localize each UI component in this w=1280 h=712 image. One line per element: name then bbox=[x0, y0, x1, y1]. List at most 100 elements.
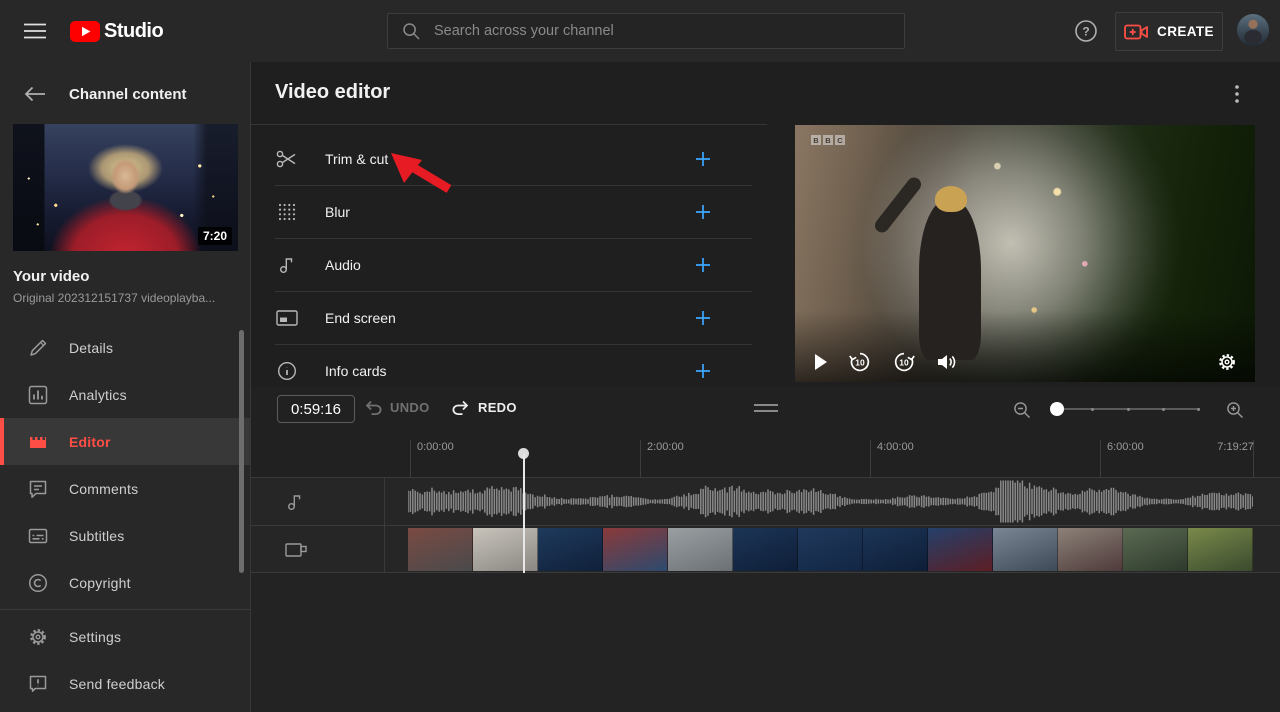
video-track-thumbnails[interactable] bbox=[408, 528, 1253, 571]
options-kebab-icon[interactable] bbox=[1234, 84, 1240, 104]
account-avatar[interactable] bbox=[1237, 14, 1269, 46]
play-button[interactable] bbox=[813, 353, 828, 371]
end-screen-icon bbox=[275, 309, 299, 327]
redo-icon bbox=[452, 400, 469, 415]
svg-text:?: ? bbox=[1082, 25, 1089, 39]
video-thumbnail[interactable] bbox=[408, 528, 473, 571]
hamburger-menu-icon[interactable] bbox=[24, 23, 46, 39]
editor-filmstrip-icon bbox=[28, 432, 48, 452]
undo-icon bbox=[365, 400, 382, 415]
add-trim-cut-button[interactable] bbox=[692, 148, 714, 170]
tool-row-end-screen[interactable]: End screen bbox=[275, 292, 752, 345]
sidebar-item-label: Analytics bbox=[69, 386, 127, 403]
help-icon[interactable]: ? bbox=[1074, 19, 1098, 43]
video-thumbnail[interactable] bbox=[928, 528, 993, 571]
zoom-slider-tick bbox=[1127, 407, 1130, 411]
video-thumbnail[interactable] bbox=[538, 528, 603, 571]
video-duration-badge: 7:20 bbox=[197, 227, 232, 245]
tool-row-info-cards[interactable]: Info cards bbox=[275, 345, 752, 386]
youtube-studio-app: Studio ? CREATE Channel content 7 bbox=[0, 0, 1280, 712]
search-input[interactable] bbox=[432, 22, 890, 40]
scissors-icon bbox=[275, 149, 299, 169]
music-note-icon bbox=[285, 492, 305, 512]
ruler-tick bbox=[640, 440, 641, 477]
video-thumbnail[interactable] bbox=[1058, 528, 1123, 571]
add-audio-button[interactable] bbox=[692, 254, 714, 276]
back-arrow-icon[interactable] bbox=[24, 86, 46, 102]
channel-content-label[interactable]: Channel content bbox=[69, 86, 187, 103]
video-thumbnail[interactable] bbox=[993, 528, 1058, 571]
sidebar-scrollbar[interactable] bbox=[239, 330, 244, 573]
gear-icon bbox=[28, 627, 48, 647]
broadcaster-watermark: BBC bbox=[811, 135, 845, 145]
rewind-10-button[interactable]: 10 bbox=[848, 350, 872, 374]
sidebar-item-send-feedback[interactable]: Send feedback bbox=[0, 660, 250, 707]
video-title: Your video bbox=[13, 268, 90, 285]
tool-label: Blur bbox=[325, 204, 350, 220]
panel-resize-handle[interactable] bbox=[754, 404, 778, 414]
sidebar-item-details[interactable]: Details bbox=[0, 324, 250, 371]
volume-button[interactable] bbox=[936, 352, 958, 372]
zoom-slider-tick bbox=[1197, 407, 1200, 411]
sidebar-item-label: Send feedback bbox=[69, 675, 166, 692]
tool-row-trim-cut[interactable]: Trim & cut bbox=[275, 133, 752, 186]
undo-button[interactable]: UNDO bbox=[363, 399, 429, 415]
main-content: Video editor Trim & cut Blur Audio End s… bbox=[251, 62, 1280, 712]
audio-waveform[interactable] bbox=[408, 478, 1253, 525]
video-preview-player[interactable]: BBC 10 10 bbox=[795, 125, 1255, 382]
zoom-out-icon[interactable] bbox=[1013, 401, 1031, 419]
editor-upper-panel: Video editor Trim & cut Blur Audio End s… bbox=[251, 62, 1280, 386]
video-thumbnail-preview[interactable]: 7:20 bbox=[13, 124, 238, 251]
video-thumbnail[interactable] bbox=[863, 528, 928, 571]
sidebar-item-analytics[interactable]: Analytics bbox=[0, 371, 250, 418]
sidebar-item-editor[interactable]: Editor bbox=[0, 418, 250, 465]
info-icon bbox=[275, 361, 299, 381]
zoom-slider-tick bbox=[1162, 407, 1165, 411]
sidebar-item-subtitles[interactable]: Subtitles bbox=[0, 512, 250, 559]
sidebar-item-settings[interactable]: Settings bbox=[0, 613, 250, 660]
timeline-playhead[interactable] bbox=[517, 448, 530, 573]
add-end-screen-button[interactable] bbox=[692, 307, 714, 329]
sidebar-menu: Details Analytics Editor Comments Subtit… bbox=[0, 324, 250, 707]
zoom-in-icon[interactable] bbox=[1226, 401, 1244, 419]
zoom-slider-track[interactable] bbox=[1050, 408, 1200, 410]
audio-track-header bbox=[251, 478, 385, 525]
add-info-cards-button[interactable] bbox=[692, 360, 714, 382]
video-thumbnail[interactable] bbox=[668, 528, 733, 571]
ruler-tick bbox=[870, 440, 871, 477]
video-thumbnail[interactable] bbox=[798, 528, 863, 571]
audio-track bbox=[251, 478, 1280, 526]
redo-button[interactable]: REDO bbox=[451, 399, 517, 415]
timeline-ruler[interactable]: 0:00:00 2:00:00 4:00:00 6:00:00 7:19:27 bbox=[251, 432, 1280, 477]
forward-10-button[interactable]: 10 bbox=[892, 350, 916, 374]
ruler-label: 6:00:00 bbox=[1107, 441, 1144, 453]
zoom-slider-knob[interactable] bbox=[1050, 402, 1064, 416]
video-thumbnail[interactable] bbox=[1188, 528, 1253, 571]
tool-label: Trim & cut bbox=[325, 151, 389, 167]
tool-row-audio[interactable]: Audio bbox=[275, 239, 752, 292]
sidebar-item-comments[interactable]: Comments bbox=[0, 465, 250, 512]
logo-text: Studio bbox=[104, 20, 164, 42]
add-blur-button[interactable] bbox=[692, 201, 714, 223]
sidebar-header: Channel content bbox=[0, 62, 250, 124]
tool-row-blur[interactable]: Blur bbox=[275, 186, 752, 239]
youtube-studio-logo[interactable]: Studio bbox=[70, 20, 164, 43]
timeline-tracks bbox=[251, 477, 1280, 573]
current-time-input[interactable]: 0:59:16 bbox=[277, 395, 355, 423]
tool-label: End screen bbox=[325, 310, 396, 326]
sidebar-item-copyright[interactable]: Copyright bbox=[0, 559, 250, 606]
tool-label: Info cards bbox=[325, 363, 387, 379]
timeline-zoom-slider[interactable] bbox=[1050, 398, 1200, 420]
youtube-play-icon bbox=[70, 21, 100, 42]
video-thumbnail[interactable] bbox=[603, 528, 668, 571]
camera-icon bbox=[285, 542, 307, 557]
create-button[interactable]: CREATE bbox=[1115, 12, 1223, 51]
pencil-icon bbox=[28, 338, 48, 358]
editor-tools-list: Trim & cut Blur Audio End screen Info ca… bbox=[251, 124, 767, 386]
person-silhouette bbox=[919, 185, 982, 360]
video-thumbnail[interactable] bbox=[1123, 528, 1188, 571]
player-settings-gear-icon[interactable] bbox=[1217, 352, 1237, 372]
topbar: Studio ? CREATE bbox=[0, 0, 1280, 62]
video-thumbnail[interactable] bbox=[733, 528, 798, 571]
sidebar-item-label: Settings bbox=[69, 628, 122, 645]
